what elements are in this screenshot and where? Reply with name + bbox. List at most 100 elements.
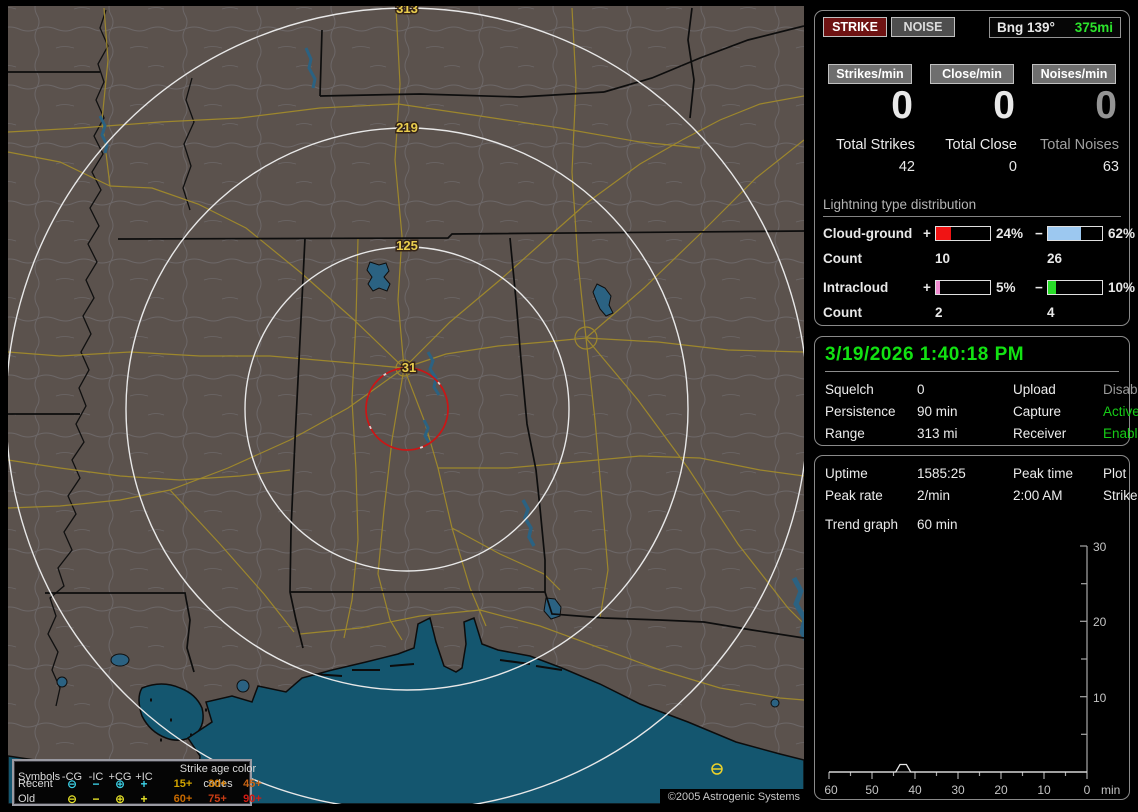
- x-tick-20: 20: [994, 783, 1008, 797]
- squelch-value: 0: [917, 382, 925, 397]
- bearing-distance: 375mi: [1074, 20, 1113, 35]
- uptime-label: Uptime: [825, 466, 868, 481]
- upload-status: Disabled: [1103, 382, 1138, 397]
- range-label: Range: [825, 426, 865, 441]
- cg-positive-count: 10: [935, 250, 951, 266]
- legend-old-label: Old: [18, 793, 36, 805]
- recent-neg-cg-icon: ⊖: [66, 777, 78, 791]
- x-tick-0: 0: [1084, 783, 1091, 797]
- trend-graph-label: Trend graph: [825, 517, 899, 532]
- datetime-display: 3/19/2026 1:40:18 PM: [825, 344, 1119, 372]
- total-close-label: Total Close: [945, 136, 1017, 153]
- counters-panel: STRIKE NOISE Bng 139° 375mi Strikes/min …: [814, 10, 1135, 326]
- peak-time-label: Peak time: [1013, 466, 1074, 481]
- plus-sign: +: [923, 225, 931, 241]
- cloud-ground-count-row: Count 10 26: [823, 246, 1121, 271]
- stats-panel: Uptime 1585:25 Peak time Plot Peak rate …: [814, 455, 1138, 800]
- copyright-text: ©2005 Astrogenic Systems: [659, 789, 808, 806]
- recent-neg-ic-icon: −: [92, 777, 100, 791]
- trend-line: [829, 763, 1087, 773]
- ring-label-313: 313: [396, 6, 418, 16]
- trend-axis-labels: 30 20 10 60 50 40 30 20 10 0 min: [824, 540, 1120, 797]
- x-axis-unit: min: [1101, 783, 1120, 797]
- ring-label-219: 219: [396, 120, 418, 135]
- close-per-min-button[interactable]: Close/min: [930, 64, 1014, 84]
- age-30: 30+: [208, 778, 227, 790]
- plot-value: Strike: [1103, 488, 1138, 503]
- noises-column: Noises/min 0 Total Noises 63: [1029, 64, 1119, 175]
- y-tick-10: 10: [1093, 691, 1107, 705]
- total-close-value: 0: [1008, 158, 1017, 175]
- legend-recent-label: Recent: [18, 778, 53, 790]
- persistence-label: Persistence: [825, 404, 896, 419]
- noises-per-min-button[interactable]: Noises/min: [1032, 64, 1116, 84]
- distribution-header: Lightning type distribution: [823, 197, 1121, 217]
- receiver-status: Enabled: [1103, 426, 1138, 441]
- x-tick-60: 60: [825, 783, 838, 797]
- intracloud-label: Intracloud: [823, 279, 889, 295]
- x-tick-50: 50: [865, 783, 879, 797]
- intracloud-count-row: Count 2 4: [823, 300, 1121, 325]
- y-tick-30: 30: [1093, 540, 1107, 554]
- ic-negative-pct: 10%: [1108, 279, 1136, 295]
- recent-pos-ic-icon: +: [140, 777, 148, 791]
- total-noises-label: Total Noises: [1040, 136, 1119, 153]
- strikes-column: Strikes/min 0 Total Strikes 42: [825, 64, 915, 175]
- close-column: Close/min 0 Total Close 0: [927, 64, 1017, 175]
- cg-negative-pct: 62%: [1108, 225, 1136, 241]
- cg-count-label: Count: [823, 250, 862, 266]
- age-15: 15+: [173, 778, 193, 790]
- ic-positive-count: 2: [935, 304, 943, 320]
- cg-negative-bar: [1047, 225, 1103, 241]
- map-canvas[interactable]: 313 219 125 31: [8, 6, 804, 804]
- lightning-app-window: 313 219 125 31 Symbols -CG -IC +CG +IC S…: [0, 0, 1138, 812]
- trend-graph: 30 20 10 60 50 40 30 20 10 0 min: [824, 538, 1120, 805]
- ic-count-label: Count: [823, 304, 862, 320]
- old-pos-ic-icon: +: [140, 792, 148, 806]
- bearing-value: Bng 139°: [997, 20, 1055, 35]
- map-area[interactable]: 313 219 125 31 Symbols -CG -IC +CG +IC S…: [8, 6, 808, 806]
- cg-positive-bar-fill: [936, 226, 952, 240]
- noises-rate-value: 0: [1095, 84, 1117, 127]
- cg-positive-bar: [935, 225, 991, 241]
- close-rate-value: 0: [993, 84, 1015, 127]
- cg-negative-bar-fill: [1048, 226, 1082, 240]
- x-tick-10: 10: [1037, 783, 1051, 797]
- minus-sign: −: [1035, 225, 1043, 241]
- trend-axes: [828, 545, 1088, 779]
- cg-negative-count: 26: [1047, 250, 1063, 266]
- peak-rate-value: 2/min: [917, 488, 951, 503]
- ring-label-125: 125: [396, 238, 418, 253]
- total-strikes-label: Total Strikes: [836, 136, 915, 153]
- squelch-label: Squelch: [825, 382, 874, 397]
- ic-positive-bar: [935, 279, 991, 295]
- bearing-readout: Bng 139° 375mi: [989, 17, 1121, 38]
- total-strikes-value: 42: [898, 158, 915, 175]
- strike-toggle-button[interactable]: STRIKE: [823, 17, 887, 37]
- ic-negative-bar-fill: [1048, 280, 1056, 294]
- y-tick-20: 20: [1093, 615, 1107, 629]
- total-noises-value: 63: [1102, 158, 1119, 175]
- cloud-ground-row: Cloud-ground + 24% − 62%: [823, 221, 1135, 246]
- capture-status: Active: [1103, 404, 1138, 419]
- strikes-rate-value: 0: [891, 84, 913, 127]
- persistence-value: 90 min: [917, 404, 958, 419]
- cloud-ground-label: Cloud-ground: [823, 225, 913, 241]
- strikes-per-min-button[interactable]: Strikes/min: [828, 64, 912, 84]
- old-neg-cg-icon: ⊖: [66, 792, 78, 806]
- old-neg-ic-icon: −: [92, 792, 100, 806]
- capture-label: Capture: [1013, 404, 1062, 419]
- peak-time-value: 2:00 AM: [1013, 488, 1063, 503]
- intracloud-row: Intracloud + 5% − 10%: [823, 275, 1135, 300]
- ic-negative-bar: [1047, 279, 1103, 295]
- plus-sign: +: [923, 279, 931, 295]
- plot-label: Plot: [1103, 466, 1127, 481]
- noise-toggle-button[interactable]: NOISE: [891, 17, 955, 37]
- age-90: 90+: [243, 793, 262, 805]
- old-pos-cg-icon: ⊕: [114, 792, 126, 806]
- ic-positive-bar-fill: [936, 280, 940, 294]
- x-tick-30: 30: [951, 783, 965, 797]
- recent-pos-cg-icon: ⊕: [114, 777, 126, 791]
- ring-label-31: 31: [402, 360, 416, 375]
- ic-negative-count: 4: [1047, 304, 1055, 320]
